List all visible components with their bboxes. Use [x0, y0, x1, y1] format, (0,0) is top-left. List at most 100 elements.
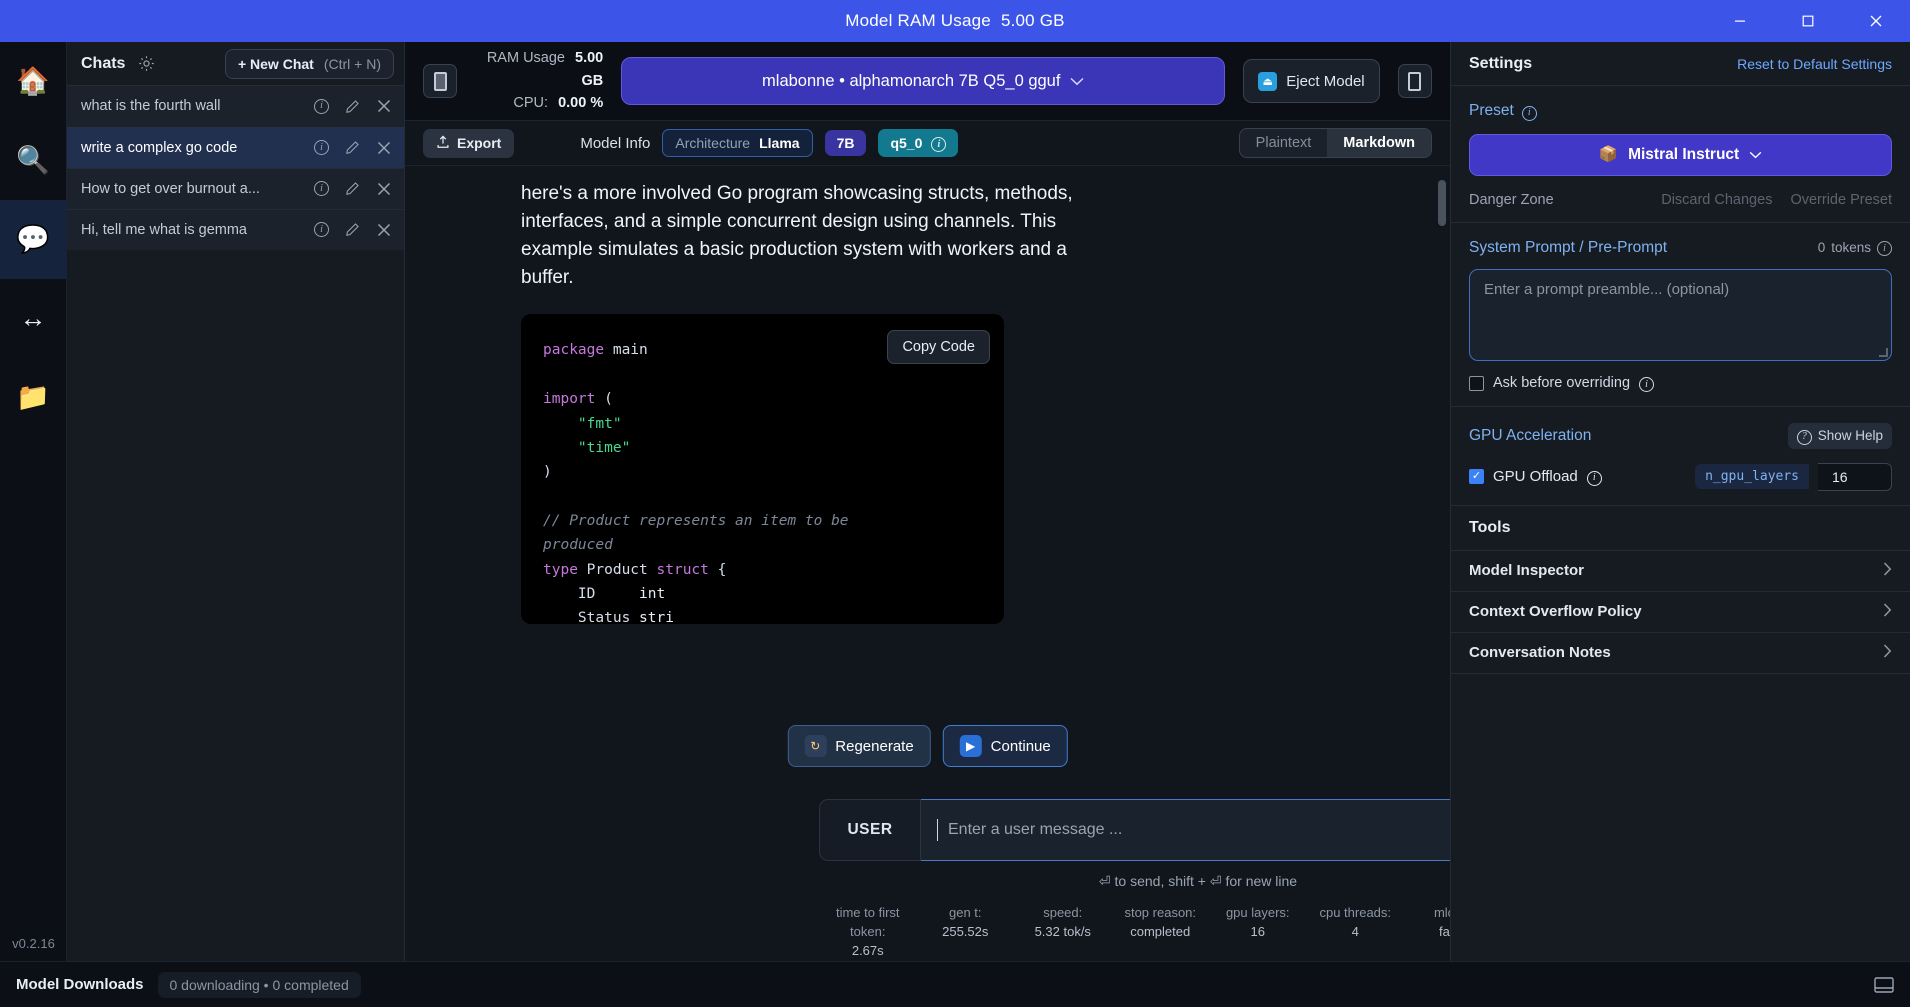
close-icon[interactable]: [375, 221, 392, 238]
right-panel-toggle-icon[interactable]: [1397, 64, 1432, 98]
model-name: mlabonne • alphamonarch 7B Q5_0 gguf: [762, 71, 1061, 90]
info-icon[interactable]: i: [313, 139, 330, 156]
system-prompt-token-label: tokens: [1831, 240, 1871, 255]
n-gpu-layers-input[interactable]: 16: [1818, 462, 1892, 491]
info-icon[interactable]: i: [1586, 467, 1602, 486]
help-icon: ?: [1796, 427, 1812, 445]
preset-selector[interactable]: 📦 Mistral Instruct: [1469, 133, 1892, 176]
chevron-right-icon: [1883, 561, 1892, 580]
chats-panel: Chats + New Chat (Ctrl + N) what is the …: [67, 42, 405, 961]
stat-value: completed: [1130, 924, 1191, 940]
new-chat-label: + New Chat: [237, 55, 314, 72]
system-prompt-token-counter: 0 tokens i: [1818, 239, 1892, 257]
chat-list-item[interactable]: How to get over burnout a... i: [67, 168, 404, 209]
local-server-glyph: ↔: [19, 303, 47, 333]
gear-icon[interactable]: [133, 51, 159, 77]
settings-body: Preset i 📦 Mistral Instruct Danger Zone: [1451, 86, 1910, 961]
edit-icon[interactable]: [344, 221, 361, 238]
edit-icon[interactable]: [344, 139, 361, 156]
info-icon[interactable]: i: [1521, 102, 1537, 121]
app-version: v0.2.16: [12, 936, 55, 951]
stat-stop-reason: stop reason: completed: [1112, 904, 1210, 961]
reset-to-default-button[interactable]: Reset to Default Settings: [1737, 56, 1892, 72]
window-icon[interactable]: [1874, 976, 1894, 993]
app-body: 🏠 🔍 💬 ↔ 📁 v0.2.16 Chats + New Chat (Ctrl: [0, 42, 1910, 961]
edit-icon[interactable]: [344, 180, 361, 197]
home-icon[interactable]: 🏠: [0, 42, 67, 121]
continue-button[interactable]: ▶ Continue: [942, 725, 1068, 768]
local-server-icon[interactable]: ↔: [0, 279, 67, 358]
new-chat-button[interactable]: + New Chat (Ctrl + N): [224, 48, 394, 79]
eject-model-button[interactable]: ⏏ Eject Model: [1243, 59, 1380, 103]
info-icon[interactable]: i: [313, 180, 330, 197]
code-block: Copy Code package main import ( "fmt" "t…: [521, 314, 1004, 625]
tool-model-inspector[interactable]: Model Inspector: [1451, 551, 1910, 592]
chat-glyph: 💬: [16, 224, 50, 254]
gpu-offload-row: GPU Offload i n_gpu_layers 16: [1469, 462, 1892, 491]
chevron-right-icon: [1883, 643, 1892, 662]
info-icon[interactable]: i: [313, 98, 330, 115]
info-icon[interactable]: i: [1639, 375, 1655, 392]
my-models-icon[interactable]: 📁: [0, 358, 67, 437]
override-preset-button[interactable]: Override Preset: [1790, 192, 1892, 208]
model-info-bar: Export Model Info Architecture Llama 7B …: [405, 121, 1450, 166]
model-selector[interactable]: mlabonne • alphamonarch 7B Q5_0 gguf: [621, 57, 1226, 105]
danger-zone: Danger Zone Discard Changes Override Pre…: [1469, 192, 1892, 208]
settings-title: Settings: [1469, 54, 1533, 72]
regenerate-label: Regenerate: [835, 737, 914, 755]
edit-icon[interactable]: [344, 98, 361, 115]
chat-list-item[interactable]: write a complex go code i: [67, 127, 404, 168]
chat-list-item[interactable]: Hi, tell me what is gemma i: [67, 209, 404, 250]
tool-conversation-notes[interactable]: Conversation Notes: [1451, 633, 1910, 674]
maximize-icon[interactable]: [1774, 0, 1842, 42]
export-button[interactable]: Export: [423, 128, 515, 158]
message-scrollbar[interactable]: [1438, 180, 1446, 226]
user-role-tag[interactable]: USER: [819, 799, 921, 862]
show-help-button[interactable]: ? Show Help: [1787, 423, 1892, 449]
close-icon[interactable]: [375, 139, 392, 156]
chat-list: what is the fourth wall i write a comple…: [67, 86, 404, 961]
close-icon[interactable]: [375, 180, 392, 197]
preset-section: Preset i 📦 Mistral Instruct Danger Zone: [1451, 86, 1910, 223]
continue-label: Continue: [990, 737, 1051, 755]
system-prompt-label: System Prompt / Pre-Prompt: [1469, 238, 1668, 256]
close-icon[interactable]: [1842, 0, 1910, 42]
window-title: Model RAM Usage 5.00 GB: [0, 11, 1910, 31]
left-panel-toggle-icon[interactable]: [423, 64, 458, 98]
minimize-icon[interactable]: [1706, 0, 1774, 42]
model-size-badge[interactable]: 7B: [824, 130, 867, 156]
search-icon[interactable]: 🔍: [0, 121, 67, 200]
ask-before-overriding-checkbox[interactable]: [1469, 375, 1484, 391]
tool-context-overflow-policy[interactable]: Context Overflow Policy: [1451, 592, 1910, 633]
composer-area: USER Enter a user message ... 0 tokens i…: [405, 791, 1586, 961]
plaintext-mode-button[interactable]: Plaintext: [1240, 129, 1328, 157]
footer-bar: Model Downloads 0 downloading • 0 comple…: [0, 961, 1910, 1007]
markdown-mode-button[interactable]: Markdown: [1327, 129, 1431, 157]
info-icon[interactable]: i: [313, 221, 330, 238]
gpu-offload-checkbox[interactable]: [1469, 469, 1484, 484]
chat-list-item[interactable]: what is the fourth wall i: [67, 86, 404, 127]
info-icon[interactable]: i: [1877, 239, 1892, 257]
architecture-badge[interactable]: Architecture Llama: [662, 129, 813, 157]
home-glyph: 🏠: [16, 66, 50, 96]
assistant-message: here's a more involved Go program showca…: [521, 180, 1121, 625]
cpu-usage-row: CPU: 0.00 %: [475, 92, 603, 114]
discard-changes-button[interactable]: Discard Changes: [1661, 192, 1772, 208]
copy-code-button[interactable]: Copy Code: [887, 330, 990, 365]
chats-header: Chats + New Chat (Ctrl + N): [67, 42, 404, 86]
system-prompt-section: System Prompt / Pre-Prompt 0 tokens i En…: [1451, 223, 1910, 407]
close-icon[interactable]: [375, 98, 392, 115]
regenerate-button[interactable]: ↻ Regenerate: [787, 725, 931, 768]
chevron-down-icon: [1749, 146, 1762, 164]
model-downloads-title[interactable]: Model Downloads: [16, 976, 144, 993]
chat-row-actions: i: [313, 221, 392, 238]
system-prompt-input[interactable]: Enter a prompt preamble... (optional): [1469, 268, 1892, 361]
stat-value: 4: [1351, 924, 1359, 940]
quantization-badge[interactable]: q5_0 i: [878, 128, 959, 158]
chat-icon[interactable]: 💬: [0, 200, 67, 279]
regenerate-icon: ↻: [804, 735, 827, 758]
system-prompt-section-label: System Prompt / Pre-Prompt 0 tokens i: [1469, 239, 1892, 257]
text-caret: [937, 819, 938, 842]
resize-handle[interactable]: [1879, 347, 1888, 357]
preset-section-label: Preset i: [1469, 102, 1892, 121]
